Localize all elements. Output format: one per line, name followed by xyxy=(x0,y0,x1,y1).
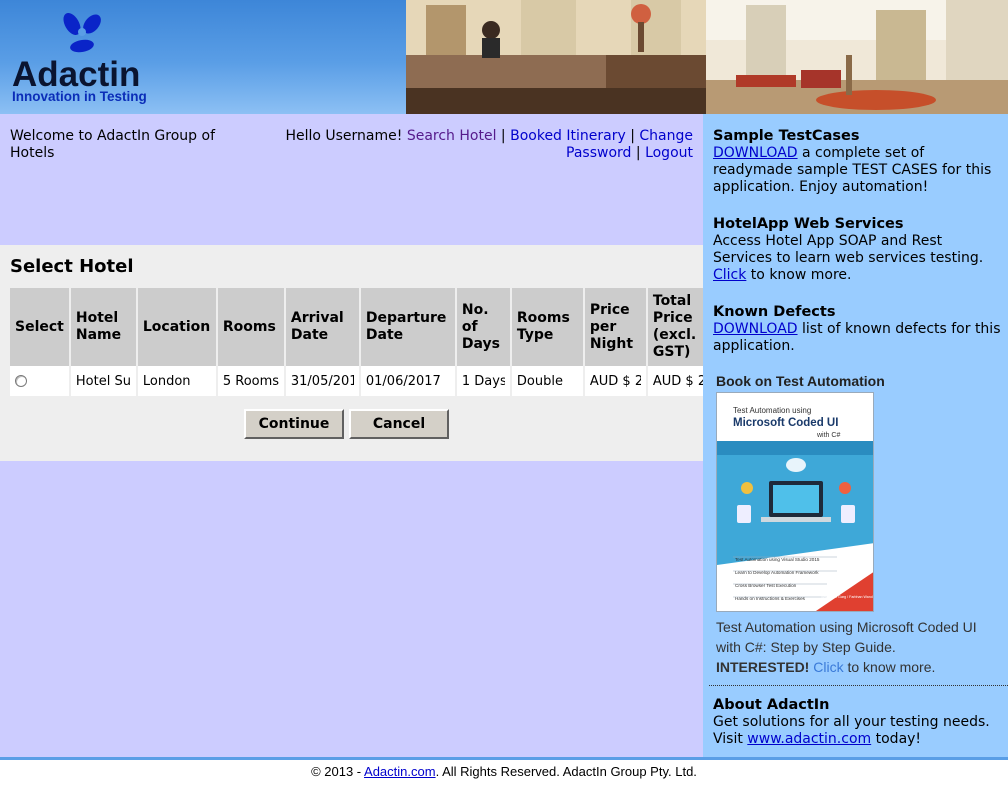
header-departure-date: Departure Date xyxy=(360,288,457,366)
logo-mark-icon xyxy=(63,13,101,53)
header-location: Location xyxy=(137,288,218,366)
cover-item-1: Test Automation using Visual Studio 2015 xyxy=(735,557,820,562)
section-body: Get solutions for all your testing needs… xyxy=(713,714,990,747)
section-title: Known Defects xyxy=(713,304,836,320)
logo-tagline: Innovation in Testing xyxy=(12,89,147,104)
section-body: Access Hotel App SOAP and Rest Services … xyxy=(713,233,984,283)
section-body: DOWNLOAD a complete set of readymade sam… xyxy=(713,145,992,195)
sample-testcases-section: Sample TestCases DOWNLOAD a complete set… xyxy=(713,128,1003,196)
header-price-per-night: Price per Night xyxy=(584,288,648,366)
hotel-lobby-banner xyxy=(406,0,1008,114)
rooms-cell: 5 Rooms xyxy=(217,366,286,396)
footer-divider xyxy=(0,757,1008,760)
change-password-label-2: Password xyxy=(566,145,632,161)
logo: Adactin Innovation in Testing xyxy=(8,8,168,108)
select-hotel-panel: Select Hotel Select Hotel Name Location R… xyxy=(0,245,712,461)
page-title: Select Hotel xyxy=(10,256,134,277)
section-title: About AdactIn xyxy=(713,697,830,713)
table-header-row: Select Hotel Name Location Rooms Arrival D… xyxy=(10,288,712,366)
section-body: DOWNLOAD list of known defects for this … xyxy=(713,321,1001,354)
webservices-click-link[interactable]: Click xyxy=(713,267,746,283)
cover-item-2: Learn to Develop Automation Framework xyxy=(735,570,819,575)
greeting: Hello Username! xyxy=(285,128,403,144)
logout-link[interactable]: Logout xyxy=(645,145,693,161)
section-title: HotelApp Web Services xyxy=(713,216,904,232)
web-services-section: HotelApp Web Services Access Hotel App S… xyxy=(713,216,1003,284)
header-rooms: Rooms xyxy=(217,288,286,366)
cover-authors: Navneesh Garg / Farbhan Wand xyxy=(821,595,873,599)
rooms-type-cell: Double xyxy=(511,366,585,396)
book-click-link[interactable]: Click xyxy=(813,659,843,675)
hotel-results-table: Select Hotel Name Location Rooms Arrival D… xyxy=(10,288,712,396)
cover-sub-text: with C# xyxy=(816,432,840,439)
known-defects-section: Known Defects DOWNLOAD list of known def… xyxy=(713,304,1003,355)
testcases-download-link[interactable]: DOWNLOAD xyxy=(713,145,798,161)
about-section: About AdactIn Get solutions for all your… xyxy=(713,697,1003,748)
arrival-date-cell: 31/05/2017 xyxy=(285,366,361,396)
header-no-of-days: No. of Days xyxy=(456,288,512,366)
sidebar-divider xyxy=(709,685,1008,686)
book-heading: Book on Test Automation xyxy=(716,373,885,389)
price-per-night-cell: AUD $ 275 xyxy=(584,366,648,396)
header: Adactin Innovation in Testing xyxy=(0,0,1008,114)
departure-date-cell: 01/06/2017 xyxy=(360,366,457,396)
nav-separator: | xyxy=(500,128,506,144)
adactin-website-link[interactable]: www.adactin.com xyxy=(747,731,871,747)
select-cell xyxy=(10,366,71,396)
defects-download-link[interactable]: DOWNLOAD xyxy=(713,321,798,337)
continue-button[interactable]: Continue xyxy=(244,409,344,439)
nav-separator: | xyxy=(635,145,641,161)
search-hotel-link[interactable]: Search Hotel xyxy=(407,128,497,144)
interested-label: INTERESTED! xyxy=(716,659,810,675)
header-arrival-date: Arrival Date xyxy=(285,288,361,366)
change-password-label-1: Change xyxy=(639,128,693,144)
nav-separator: | xyxy=(630,128,635,144)
hotel-select-radio[interactable] xyxy=(15,375,27,387)
book-description: Test Automation using Microsoft Coded UI… xyxy=(716,619,977,675)
table-row: Hotel Sunshine London 5 Rooms 31/05/2017… xyxy=(10,366,712,396)
main-content: Welcome to AdactIn Group of Hotels Hello… xyxy=(0,114,712,757)
book-cover-image[interactable]: Test Automation using Microsoft Coded UI… xyxy=(716,392,874,612)
no-of-days-cell: 1 Days xyxy=(456,366,512,396)
location-cell: London xyxy=(137,366,218,396)
right-sidebar: Sample TestCases DOWNLOAD a complete set… xyxy=(703,114,1008,757)
footer: © 2013 - Adactin.com. All Rights Reserve… xyxy=(311,764,697,779)
cover-item-3: Cross Browser Test Execution xyxy=(735,583,797,588)
welcome-text: Welcome to AdactIn Group of Hotels xyxy=(10,128,215,161)
cover-item-4: Hands on Instructions & Exercises xyxy=(735,596,806,601)
booked-itinerary-link[interactable]: Booked Itinerary xyxy=(510,128,626,144)
header-select: Select xyxy=(10,288,71,366)
top-navigation: Hello Username! Search Hotel | Booked It… xyxy=(253,128,693,162)
header-rooms-type: Rooms Type xyxy=(511,288,585,366)
footer-adactin-link[interactable]: Adactin.com xyxy=(364,764,436,779)
hotel-name-cell: Hotel Sunshine xyxy=(70,366,138,396)
cover-top-text: Test Automation using xyxy=(733,406,811,415)
section-title: Sample TestCases xyxy=(713,128,860,144)
cover-main-text: Microsoft Coded UI xyxy=(733,417,838,429)
header-hotel-name: Hotel Name xyxy=(70,288,138,366)
cancel-button[interactable]: Cancel xyxy=(349,409,449,439)
